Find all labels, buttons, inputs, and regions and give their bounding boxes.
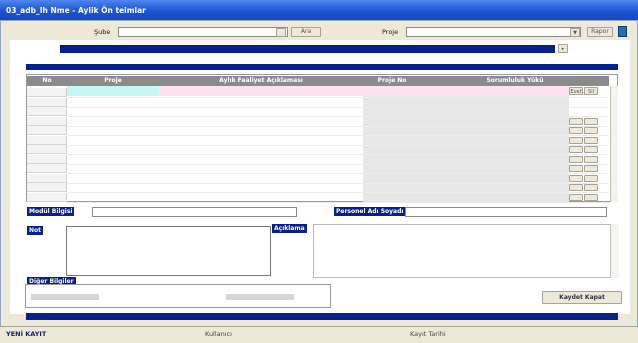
col-header-project: Proje: [67, 76, 159, 86]
table-row[interactable]: [67, 144, 609, 146]
description-scrollbar[interactable]: [610, 224, 619, 278]
table-row-number-cell[interactable]: [27, 116, 67, 126]
row-delete-button[interactable]: [584, 136, 598, 144]
row-yes-checkbox[interactable]: [569, 174, 583, 182]
table-row-number-cell[interactable]: [27, 97, 67, 107]
row-delete-button[interactable]: [584, 165, 598, 172]
project-dropdown-button[interactable]: ▼: [570, 28, 580, 37]
help-icon[interactable]: [618, 26, 627, 37]
readonly-columns: [363, 96, 569, 202]
status-middle: Kullanıcı: [205, 330, 232, 338]
table-row[interactable]: [67, 154, 609, 155]
table-row-number-cell[interactable]: [27, 107, 67, 116]
personnel-input[interactable]: [405, 207, 607, 217]
bottom-separator: [26, 313, 618, 320]
table-row-number-cell[interactable]: [27, 173, 67, 183]
project-label: Proje: [382, 28, 399, 36]
status-right: Kayıt Tarihi: [410, 330, 446, 338]
row-delete-button[interactable]: [584, 155, 598, 163]
notes-label: Not: [27, 226, 44, 235]
row-yes-checkbox[interactable]: [569, 155, 583, 163]
table-row-number-cell[interactable]: [27, 164, 67, 173]
other-info-field-1: [31, 294, 99, 300]
personnel-label: Personel Adı Soyadı: [334, 207, 406, 216]
row-delete-button[interactable]: [584, 117, 598, 125]
status-left: YENİ KAYIT: [6, 330, 47, 338]
table-row[interactable]: [67, 125, 609, 127]
description-label: Açıklama: [272, 224, 307, 233]
table-row-number-cell[interactable]: [27, 88, 67, 97]
row-delete-button[interactable]: [584, 174, 598, 182]
filter-dropdown-button[interactable]: [276, 28, 286, 37]
module-input[interactable]: [92, 207, 297, 217]
col-header-delete: Sil: [584, 87, 598, 95]
module-label: Modül Bilgisi: [27, 207, 75, 216]
table-row[interactable]: [67, 163, 609, 165]
table-row-number-cell[interactable]: [27, 192, 67, 202]
row-yes-checkbox[interactable]: [569, 136, 583, 144]
section-separator: [26, 64, 618, 70]
row-yes-checkbox[interactable]: [569, 117, 583, 125]
report-button[interactable]: Rapor: [587, 27, 613, 37]
row-yes-checkbox[interactable]: [569, 165, 583, 172]
other-info-field-2: [226, 294, 294, 300]
col-header-description: Aylık Faaliyet Açıklaması: [159, 76, 363, 86]
row-yes-checkbox[interactable]: [569, 193, 583, 201]
table-row-number-cell[interactable]: [27, 154, 67, 164]
progress-bar: [60, 45, 555, 53]
row-yes-checkbox[interactable]: [569, 127, 583, 134]
save-button[interactable]: Kaydet Kapat: [542, 291, 622, 304]
col-header-no: No: [27, 76, 67, 86]
table-row[interactable]: [67, 106, 609, 108]
notes-textarea[interactable]: [66, 226, 271, 276]
selected-row-highlight[interactable]: [159, 86, 569, 96]
table-row[interactable]: [67, 135, 609, 136]
row-yes-checkbox[interactable]: [569, 184, 583, 191]
col-header-yes: Evet: [569, 87, 583, 95]
table-row[interactable]: [67, 116, 609, 117]
row-delete-button[interactable]: [584, 127, 598, 134]
row-delete-button[interactable]: [584, 146, 598, 153]
table-row-number-cell[interactable]: [27, 145, 67, 154]
search-button[interactable]: Ara: [291, 27, 321, 37]
table-row[interactable]: [67, 97, 609, 98]
row-delete-button[interactable]: [584, 184, 598, 191]
project-select[interactable]: [406, 27, 581, 37]
col-header-project-no: Proje No: [363, 76, 421, 86]
selected-cell[interactable]: [67, 86, 159, 96]
description-textarea[interactable]: [313, 224, 619, 278]
col-header-responsibility: Sorumluluk Yükü: [421, 76, 609, 86]
filter-label: Şube: [94, 28, 111, 36]
table-scrollbar[interactable]: [610, 86, 618, 202]
row-delete-button[interactable]: [584, 193, 598, 201]
window-title: 03_adb_Ih Nme - Aylik Ön teimlar: [6, 6, 146, 15]
row-yes-checkbox[interactable]: [569, 146, 583, 153]
filter-input[interactable]: [118, 27, 288, 37]
status-bar: YENİ KAYIT Kullanıcı Kayıt Tarihi: [0, 326, 638, 343]
table-row-number-cell[interactable]: [27, 126, 67, 135]
table-row[interactable]: [67, 182, 609, 184]
table-row[interactable]: [67, 173, 609, 174]
table-row[interactable]: [67, 201, 609, 203]
progress-action-button[interactable]: ▸: [558, 44, 568, 53]
table-row[interactable]: [67, 192, 609, 193]
table-row-number-cell[interactable]: [27, 183, 67, 192]
window-title-bar: 03_adb_Ih Nme - Aylik Ön teimlar: [0, 0, 638, 20]
table-row-number-cell[interactable]: [27, 135, 67, 145]
